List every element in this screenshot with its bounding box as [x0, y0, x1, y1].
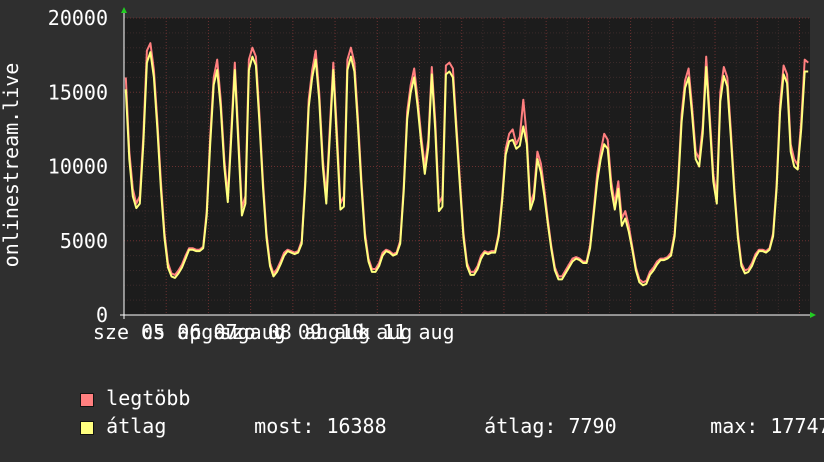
- y-axis-arrow: [121, 7, 127, 13]
- legend-avg: átlag: [32, 390, 166, 462]
- stat-now: most: 16388: [206, 390, 387, 462]
- y-axis-label: onlinestream.live: [0, 63, 23, 268]
- traffic-chart: 05000100001500020000 sze 05 augcs 06 aug…: [0, 6, 816, 344]
- y-tick-label: 20000: [48, 6, 108, 30]
- x-tick-labels: sze 05 augcs 06 augp 07 augszo 08 augv 0…: [93, 320, 455, 344]
- chart-stage: 0 5000 10000 15000 20000 sze 05 aug cs 06 aug…: [0, 0, 824, 438]
- stat-max: max: 17747: [662, 390, 824, 462]
- y-tick-label: 5000: [60, 229, 108, 253]
- stat-now-value: 16388: [326, 414, 387, 438]
- stat-max-value: 17747: [770, 414, 824, 438]
- stat-now-label: most:: [254, 414, 315, 438]
- y-tick-labels: 05000100001500020000: [48, 6, 108, 327]
- stat-avg-value: 7790: [568, 414, 617, 438]
- legend-avg-swatch: [80, 420, 95, 435]
- legend-avg-label: átlag: [106, 414, 167, 438]
- stat-avg-label: átlag:: [484, 414, 557, 438]
- x-tick-label: k 11 aug: [358, 320, 454, 344]
- stat-avg: átlag: 7790: [436, 390, 617, 462]
- y-tick-label: 15000: [48, 80, 108, 104]
- stat-max-label: max:: [710, 414, 759, 438]
- x-axis-arrow: [810, 312, 816, 318]
- y-tick-label: 10000: [48, 155, 108, 179]
